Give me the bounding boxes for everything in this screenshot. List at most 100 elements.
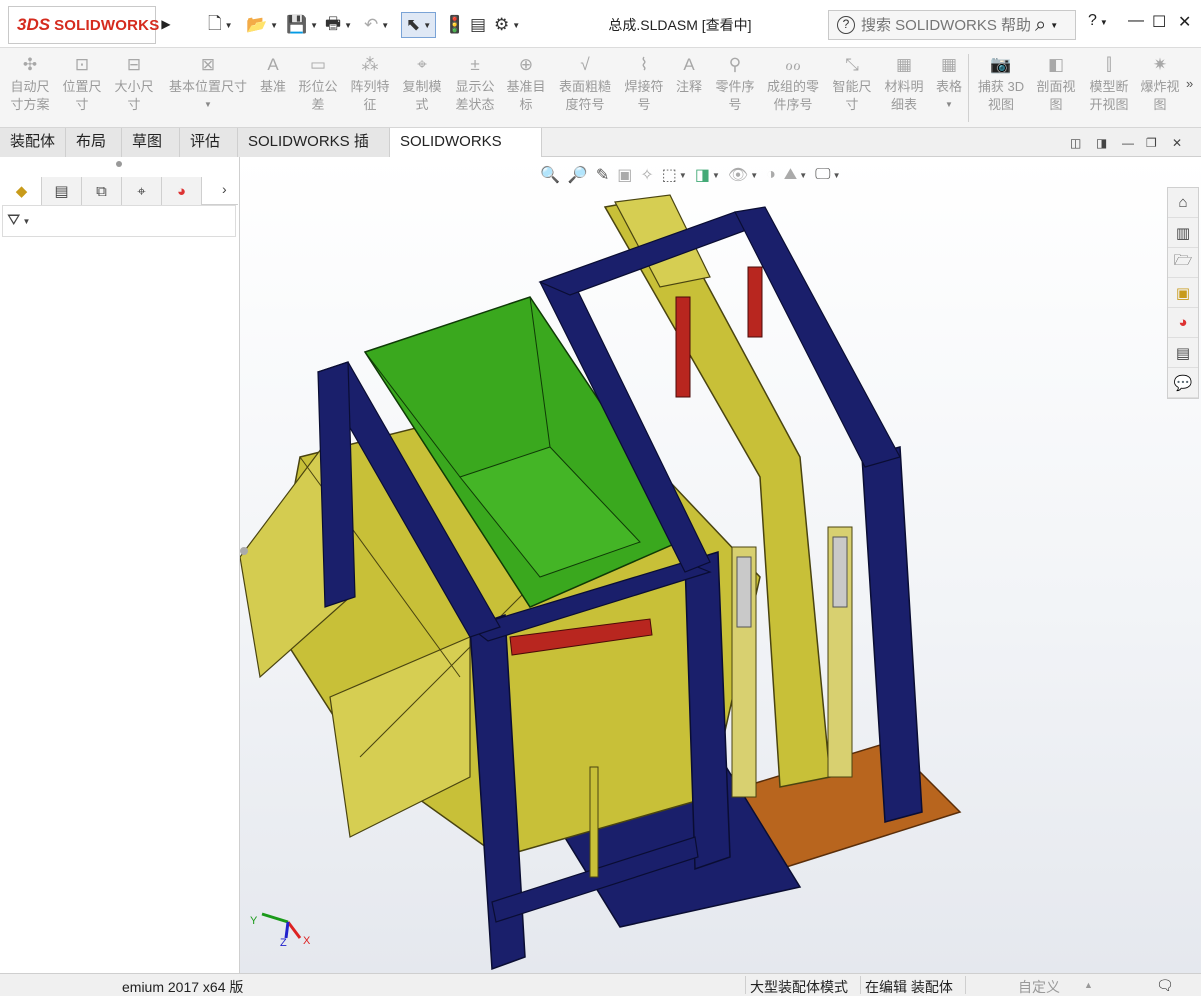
help-button[interactable]: ? ▼ bbox=[1088, 12, 1108, 30]
status-bar: emium 2017 x64 版 大型装配体模式 在编辑 装配体 自定义 ▲ 🗨 bbox=[0, 973, 1201, 996]
chevron-down-icon[interactable]: ▼ bbox=[225, 21, 233, 30]
property-manager-tab[interactable]: ▤ bbox=[42, 177, 82, 205]
task-pane-home[interactable]: ⌂ bbox=[1168, 188, 1198, 218]
ribbon-more-icon[interactable]: » bbox=[1186, 76, 1193, 91]
gear-icon: ⚙ bbox=[494, 15, 510, 34]
show-tolerance-status-button[interactable]: ± 显示公 差状态 bbox=[450, 54, 500, 114]
chevron-down-icon[interactable]: ▼ bbox=[1050, 21, 1058, 30]
panel-resize-handle[interactable] bbox=[240, 547, 248, 555]
pattern-feature-button[interactable]: ⁂ 阵列特 征 bbox=[346, 54, 394, 114]
capture-3d-view-button[interactable]: 📷 捕获 3D 视图 bbox=[974, 54, 1028, 114]
dimxpert-manager-tab[interactable]: ⌖ bbox=[122, 177, 162, 205]
exploded-view-button[interactable]: ✷ 爆炸视 图 bbox=[1136, 54, 1184, 114]
chevron-down-icon[interactable]: ▼ bbox=[1100, 18, 1108, 27]
new-document-button[interactable]: 🗋 ▼ bbox=[208, 12, 233, 38]
auto-dimension-scheme-button[interactable]: ✣ 自动尺 寸方案 bbox=[6, 54, 54, 114]
bill-of-materials-button[interactable]: ▦ 材料明 细表 bbox=[880, 54, 928, 114]
maximize-button[interactable]: ☐ bbox=[1152, 12, 1166, 32]
chevron-down-icon[interactable]: ▼ bbox=[945, 96, 953, 114]
chevron-down-icon[interactable]: ▼ bbox=[512, 21, 520, 30]
chevron-down-icon[interactable]: ▼ bbox=[204, 96, 212, 114]
smart-dimension-button[interactable]: ⤡ 智能尺 寸 bbox=[828, 54, 876, 114]
surface-finish-button[interactable]: √ 表面粗糙 度符号 bbox=[554, 54, 616, 114]
doc-close-icon[interactable]: ✕ bbox=[1172, 136, 1182, 150]
weld-symbol-button[interactable]: ⌇ 焊接符 号 bbox=[620, 54, 668, 114]
help-search-input[interactable] bbox=[861, 16, 1031, 34]
status-tooltip-icon[interactable]: 🗨 bbox=[1156, 977, 1174, 994]
window-title: 总成.SLDASM [查看中] bbox=[608, 17, 752, 33]
command-manager-ribbon: ✣ 自动尺 寸方案 ⊡ 位置尺 寸 ⊟ 大小尺 寸 ⊠ 基本位置尺寸 ▼ A 基… bbox=[0, 48, 1201, 128]
property-list-icon: ▤ bbox=[54, 183, 69, 200]
panel-more-icon[interactable]: › bbox=[222, 181, 227, 197]
task-pane-forum[interactable]: 💬 bbox=[1168, 368, 1198, 398]
task-pane-design-library[interactable]: ▥ bbox=[1168, 218, 1198, 248]
tab-layout[interactable]: 布局 bbox=[66, 128, 122, 157]
assembly-model[interactable] bbox=[240, 157, 1201, 973]
model-break-view-button[interactable]: ⫿ 模型断 开视图 bbox=[1084, 54, 1134, 114]
chevron-down-icon[interactable]: ▼ bbox=[423, 21, 431, 30]
panel-grip[interactable] bbox=[116, 161, 122, 167]
location-dimension-button[interactable]: ⊡ 位置尺 寸 bbox=[58, 54, 106, 114]
tab-evaluate[interactable]: 评估 bbox=[180, 128, 238, 157]
chevron-down-icon[interactable]: ▼ bbox=[344, 21, 352, 30]
rebuild-button[interactable]: 🚦 bbox=[444, 12, 465, 38]
capture-3d-view-icon: 📷 bbox=[990, 55, 1012, 74]
triad-x-axis bbox=[286, 921, 302, 939]
expand-menu-icon[interactable]: ▶ bbox=[160, 14, 172, 34]
task-pane-view-palette[interactable]: ▣ bbox=[1168, 278, 1198, 308]
options-button[interactable]: ⚙ ▼ bbox=[494, 12, 520, 38]
help-circle-icon[interactable]: ? bbox=[837, 16, 855, 34]
question-mark-icon: ? bbox=[1088, 12, 1097, 29]
save-button[interactable]: 💾 ▼ bbox=[286, 12, 318, 38]
minimize-button[interactable]: — bbox=[1128, 12, 1144, 30]
chevron-up-icon[interactable]: ▲ bbox=[1084, 980, 1093, 990]
tab-solidworks-mbd[interactable]: SOLIDWORKS MBD bbox=[390, 128, 542, 178]
size-dimension-button[interactable]: ⊟ 大小尺 寸 bbox=[110, 54, 158, 114]
stacked-balloon-button[interactable]: ℴℴ 成组的零 件序号 bbox=[762, 54, 824, 114]
search-icon[interactable]: ⌕ bbox=[1035, 14, 1046, 37]
note-button[interactable]: A 注释 bbox=[670, 54, 708, 96]
doc-restore-icon[interactable]: ❐ bbox=[1146, 136, 1157, 150]
display-manager-tab[interactable]: ◕ bbox=[162, 177, 202, 205]
graphics-viewport[interactable]: 🔍 🔎 ✎ ▣ ✧ ⬚ ▼ ◨ ▼ 👁 ▼ ◑ ⛰ ▼ 🖵 ▼ Y X Z ⌂ … bbox=[240, 157, 1201, 973]
configuration-manager-tab[interactable]: ⧉ bbox=[82, 177, 122, 205]
close-icon: ✕ bbox=[1178, 14, 1192, 31]
doc-minimize-icon[interactable]: — bbox=[1122, 136, 1134, 150]
select-button[interactable]: ⬉ ▼ bbox=[401, 12, 437, 38]
table-button[interactable]: ▦ 表格 ▼ bbox=[930, 54, 968, 114]
chevron-down-icon[interactable]: ▼ bbox=[310, 21, 318, 30]
section-view-button[interactable]: ◧ 剖面视 图 bbox=[1032, 54, 1080, 114]
filter-bar[interactable]: ⛛ ▼ bbox=[2, 205, 236, 237]
open-document-button[interactable]: 📂 ▼ bbox=[246, 12, 278, 38]
datum-button[interactable]: A 基准 bbox=[254, 54, 292, 96]
balloon-button[interactable]: ⚲ 零件序 号 bbox=[710, 54, 760, 114]
tab-assembly[interactable]: 装配体 bbox=[0, 128, 66, 157]
tab-sketch[interactable]: 草图 bbox=[122, 128, 180, 157]
folder-icon: 🗁 bbox=[1173, 252, 1193, 269]
bill-of-materials-icon: ▦ bbox=[895, 55, 913, 74]
task-pane-file-explorer[interactable]: 🗁 bbox=[1168, 248, 1198, 278]
feature-manager-panel: ◆ ▤ ⧉ ⌖ ◕ › ⛛ ▼ bbox=[0, 157, 240, 973]
reference-triad: Y X Z bbox=[250, 912, 311, 949]
print-button[interactable]: 🖶 ▼ bbox=[325, 12, 352, 38]
task-pane-custom-properties[interactable]: ▤ bbox=[1168, 338, 1198, 368]
status-separator bbox=[745, 976, 746, 994]
tab-solidworks-addins[interactable]: SOLIDWORKS 插件 bbox=[238, 128, 390, 178]
solidworks-logo[interactable]: 3DS SOLIDWORKS bbox=[8, 6, 159, 44]
task-pane-appearances[interactable]: ◕ bbox=[1168, 308, 1198, 338]
chevron-down-icon[interactable]: ▼ bbox=[22, 217, 30, 226]
feature-manager-tab[interactable]: ◆ bbox=[2, 177, 42, 205]
logo-prefix: 3DS bbox=[17, 15, 51, 34]
basic-location-dimension-button[interactable]: ⊠ 基本位置尺寸 ▼ bbox=[162, 54, 254, 114]
chevron-down-icon[interactable]: ▼ bbox=[381, 21, 389, 30]
datum-target-button[interactable]: ⊕ 基准目 标 bbox=[502, 54, 550, 114]
file-properties-button[interactable]: ▤ bbox=[470, 12, 486, 38]
chevron-down-icon[interactable]: ▼ bbox=[270, 21, 278, 30]
doc-next-icon[interactable]: ◨ bbox=[1096, 136, 1107, 150]
close-button[interactable]: ✕ bbox=[1178, 12, 1191, 32]
doc-prev-icon[interactable]: ◫ bbox=[1070, 136, 1081, 150]
status-custom-units[interactable]: 自定义 bbox=[1018, 977, 1060, 996]
copy-scheme-button[interactable]: ⌖ 复制模 式 bbox=[398, 54, 446, 114]
undo-button[interactable]: ↶ ▼ bbox=[364, 12, 389, 38]
geometric-tolerance-button[interactable]: ▭ 形位公 差 bbox=[294, 54, 342, 114]
